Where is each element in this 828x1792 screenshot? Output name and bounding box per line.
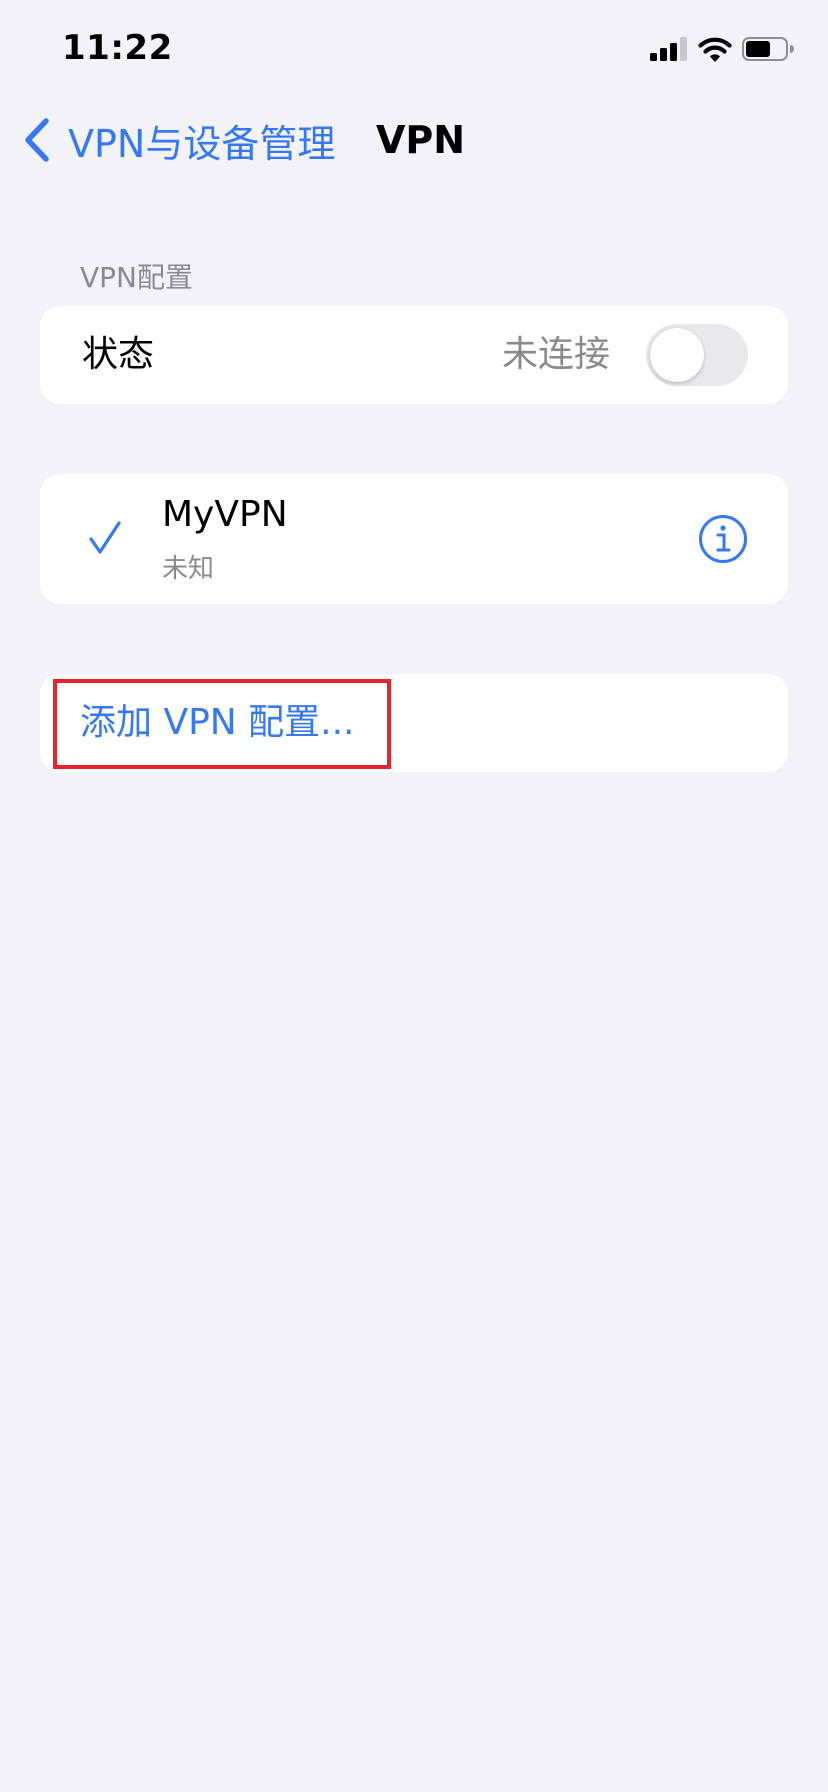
vpn-status-row: 状态 未连接 bbox=[40, 306, 788, 404]
info-circle-icon bbox=[699, 515, 747, 563]
back-button[interactable]: VPN与设备管理 bbox=[24, 108, 335, 172]
info-button[interactable] bbox=[698, 514, 748, 564]
wifi-icon bbox=[698, 37, 732, 62]
add-vpn-config-button[interactable]: 添加 VPN 配置... bbox=[80, 674, 354, 772]
section-header-vpn-config: VPN配置 bbox=[80, 261, 193, 294]
vpn-toggle[interactable] bbox=[646, 324, 748, 386]
status-bar: 11:22 bbox=[0, 0, 828, 100]
chevron-left-icon bbox=[25, 118, 49, 162]
status-time: 11:22 bbox=[62, 28, 173, 68]
checkmark-icon bbox=[89, 521, 121, 554]
vpn-config-item[interactable]: MyVPN 未知 bbox=[40, 474, 788, 604]
vpn-name: MyVPN bbox=[162, 494, 288, 535]
status-icons bbox=[650, 36, 794, 62]
battery-icon bbox=[742, 37, 794, 61]
cellular-signal-icon bbox=[650, 37, 687, 61]
back-button-label: VPN与设备管理 bbox=[68, 121, 336, 166]
toggle-knob bbox=[650, 328, 704, 382]
page-title: VPN bbox=[376, 118, 466, 162]
navigation-bar: VPN与设备管理 VPN bbox=[0, 108, 828, 172]
vpn-item-status: 未知 bbox=[162, 554, 215, 584]
status-label: 状态 bbox=[82, 334, 155, 375]
connection-status-value: 未连接 bbox=[501, 334, 610, 375]
add-vpn-config-row: 添加 VPN 配置... bbox=[40, 674, 788, 772]
